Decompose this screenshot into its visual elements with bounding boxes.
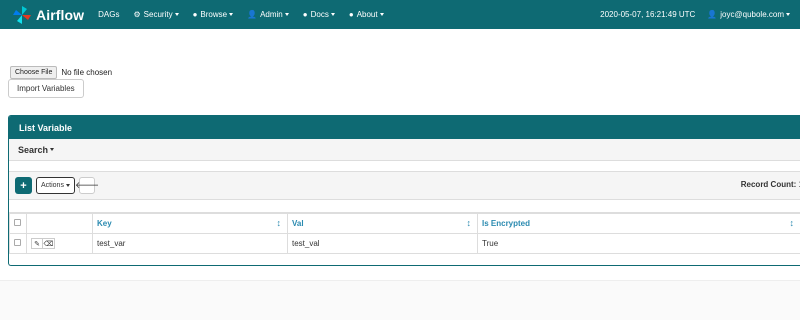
table-row: ✎ ⌫ test_var test_val True <box>9 233 800 254</box>
column-header-is-encrypted-label: Is Encrypted <box>482 219 531 228</box>
caret-down-icon <box>174 13 179 16</box>
caret-down-icon <box>284 13 289 16</box>
top-navbar: Airflow DAGs ⚙ Security ● Browse 👤 Admin… <box>0 0 800 29</box>
import-variables-button[interactable]: Import Variables <box>8 79 84 98</box>
search-label: Search <box>18 144 49 155</box>
nav-security-label: Security <box>143 10 173 19</box>
column-header-is-encrypted[interactable]: Is Encrypted ↕ <box>477 213 800 234</box>
nav-docs-label: Docs <box>310 10 329 19</box>
choose-file-button[interactable]: Choose File <box>10 66 58 79</box>
user-icon: 👤 <box>247 10 258 19</box>
column-header-val-label: Val <box>292 219 304 228</box>
caret-down-icon <box>50 148 55 151</box>
nav-about-label: About <box>356 10 378 19</box>
brand-name: Airflow <box>36 6 85 23</box>
nav-security[interactable]: ⚙ Security <box>134 0 179 29</box>
add-variable-button[interactable]: + <box>15 177 32 194</box>
select-all-checkbox[interactable] <box>14 219 21 226</box>
caret-down-icon <box>379 13 384 16</box>
back-button[interactable]: 🡐 <box>75 177 99 194</box>
nav-about[interactable]: ● About <box>349 0 384 29</box>
row-actions-header <box>26 213 93 234</box>
panel-title: List Variable <box>9 116 800 139</box>
globe-icon: ● <box>192 10 198 19</box>
caret-down-icon <box>229 13 234 16</box>
airflow-logo-icon <box>13 5 31 24</box>
arrow-left-icon: 🡐 <box>74 180 100 190</box>
search-toggle[interactable]: Search <box>18 144 55 155</box>
column-header-val[interactable]: Val ↕ <box>287 213 478 234</box>
file-status: No file chosen <box>61 68 113 77</box>
user-email: joyc@qubole.com <box>720 10 784 19</box>
column-header-key[interactable]: Key ↕ <box>92 213 288 234</box>
user-icon: 👤 <box>707 10 718 19</box>
actions-label: Actions <box>41 182 64 189</box>
nav-browse[interactable]: ● Browse <box>193 0 234 29</box>
caret-down-icon <box>65 184 70 187</box>
record-count-label: Record Count: <box>740 180 797 189</box>
table-header-row: Key ↕ Val ↕ Is Encrypted ↕ <box>9 213 800 234</box>
footer-area <box>0 280 800 320</box>
search-bar: Search <box>9 139 800 161</box>
spacer <box>9 161 800 172</box>
column-header-key-label: Key <box>97 219 112 228</box>
nav-dags[interactable]: DAGs <box>98 0 119 29</box>
sort-icon: ↕ <box>466 218 472 228</box>
globe-icon: ● <box>348 10 354 19</box>
cell-val: test_val <box>287 233 478 254</box>
globe-icon: ● <box>302 10 308 19</box>
nav-docs[interactable]: ● Docs <box>303 0 335 29</box>
nav-admin[interactable]: 👤 Admin <box>247 0 289 29</box>
nav-dags-label: DAGs <box>98 10 120 19</box>
gears-icon: ⚙ <box>133 10 141 19</box>
select-all-cell <box>9 213 27 234</box>
brand[interactable]: Airflow <box>12 0 84 29</box>
user-menu[interactable]: 👤 joyc@qubole.com <box>707 10 790 19</box>
edit-icon[interactable]: ✎ <box>31 238 43 249</box>
caret-down-icon <box>330 13 335 16</box>
cell-is-encrypted: True <box>477 233 800 254</box>
sort-icon: ↕ <box>276 218 282 228</box>
list-toolbar: + Actions 🡐 Record Count: 1 <box>9 172 800 200</box>
spacer <box>9 200 800 213</box>
file-input-row: Choose File No file chosen <box>10 66 112 79</box>
main-menu: DAGs ⚙ Security ● Browse 👤 Admin ● Docs … <box>98 0 397 29</box>
row-checkbox[interactable] <box>14 239 21 246</box>
sort-icon: ↕ <box>789 218 795 228</box>
record-count: Record Count: 1 <box>741 180 800 189</box>
cell-key: test_var <box>92 233 288 254</box>
server-time: 2020-05-07, 16:21:49 UTC <box>600 10 696 19</box>
eraser-icon[interactable]: ⌫ <box>43 238 55 249</box>
nav-browse-label: Browse <box>200 10 228 19</box>
row-actions-cell: ✎ ⌫ <box>26 233 93 254</box>
nav-admin-label: Admin <box>260 10 283 19</box>
actions-dropdown[interactable]: Actions <box>36 177 75 194</box>
caret-down-icon <box>786 13 790 16</box>
row-select-cell <box>9 233 27 254</box>
navbar-right: 2020-05-07, 16:21:49 UTC 👤 joyc@qubole.c… <box>600 0 790 29</box>
list-variable-panel: List Variable Search + Actions 🡐 Record … <box>8 115 800 266</box>
variables-table: Key ↕ Val ↕ Is Encrypted ↕ ✎ ⌫ test_var … <box>9 213 800 254</box>
